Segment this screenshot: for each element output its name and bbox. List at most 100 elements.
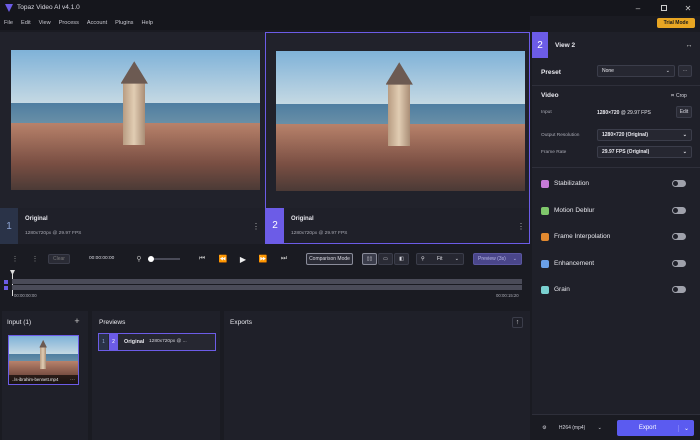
output-resolution-select[interactable]: 1280×720 (Original) ⌄ — [597, 129, 692, 141]
timecode-display: 00:00:00:00 — [89, 256, 115, 261]
feature-row-frame-interpolation[interactable]: Frame Interpolation — [532, 231, 700, 245]
timeline-end-time: 00:00:15:20 — [496, 293, 519, 298]
divider — [532, 167, 700, 168]
previews-panel-title: Previews — [99, 319, 126, 326]
play-icon[interactable]: ▶ — [238, 254, 248, 264]
crop-icon: ⌗ — [671, 92, 674, 99]
feature-row-stabilization[interactable]: Stabilization — [532, 178, 700, 192]
skip-end-icon[interactable]: ⏭ — [279, 254, 289, 264]
preview-chevron-icon: ⌄ — [512, 256, 517, 262]
edit-button[interactable]: Edit — [676, 106, 692, 118]
zoom-slider[interactable] — [148, 256, 180, 262]
split-view-icon[interactable]: ▯▯ — [362, 253, 377, 265]
preset-select[interactable]: None ⌄ — [597, 65, 675, 77]
feature-label: Enhancement — [554, 259, 595, 267]
maximize-icon — [661, 5, 667, 11]
maximize-button[interactable] — [658, 2, 670, 14]
mark-out-icon[interactable]: ⋮ — [30, 254, 40, 264]
input-resolution: 1280×720 — [597, 110, 620, 116]
step-back-icon[interactable]: ⏪ — [218, 254, 228, 264]
feature-toggle[interactable] — [672, 286, 686, 293]
timeline-toolbar: ⋮ ⋮ Clear 00:00:00:00 ⚲ ⏮ ⏪ ▶ ⏩ ⏭ Compar… — [0, 248, 530, 270]
clear-button[interactable]: Clear — [48, 254, 70, 264]
feature-toggle[interactable] — [672, 206, 686, 214]
timeline-start-time: 00:00:00:00 — [14, 293, 37, 298]
preset-label: Preset — [541, 69, 561, 76]
export-chevron-icon[interactable]: ⌄ — [678, 424, 694, 432]
minimize-button[interactable]: – — [632, 2, 644, 14]
export-label: Export — [638, 425, 657, 431]
menu-item-process[interactable]: Process — [55, 16, 83, 30]
skip-start-icon[interactable]: ⏮ — [197, 254, 207, 264]
timeline-track[interactable]: 00:00:00:00 00:00:15:20 — [2, 270, 524, 302]
menu-item-help[interactable]: Help — [137, 16, 157, 30]
track-marker-b — [4, 286, 8, 290]
preview-item[interactable]: 1 2 Original 1280x720px @ ... — [98, 333, 216, 351]
chevron-down-icon: ⌄ — [454, 256, 459, 262]
input-thumbnail[interactable]: ..ls-ibrahim-bennett.mp4 ⋯ — [8, 335, 79, 385]
step-forward-icon[interactable]: ⏩ — [258, 254, 268, 264]
export-footer: ⚙ H264 (mp4) ⌄ Export ⌄ — [532, 414, 700, 440]
menu-bar: File Edit View Process Account Plugins Help — [0, 16, 530, 30]
crop-button[interactable]: ⌗ Crop — [666, 90, 692, 101]
view-title: View 2 — [555, 42, 576, 49]
video-frame-2 — [276, 51, 525, 191]
feature-row-motion-deblur[interactable]: Motion Deblur — [532, 205, 700, 219]
title-bar: Topaz Video AI v4.1.0 – ✕ — [0, 0, 700, 16]
video-section-label: Video — [541, 92, 559, 99]
preview-num-b: 2 — [109, 334, 118, 350]
output-resolution-label: Output Resolution — [541, 133, 580, 138]
preset-more-button[interactable]: ⋯ — [678, 65, 692, 77]
feature-toggle[interactable] — [672, 233, 686, 240]
preset-chevron-icon: ⌄ — [665, 68, 670, 74]
viewer-2-more-icon[interactable]: ⋮ — [517, 220, 525, 232]
feature-label: Frame Interpolation — [554, 233, 611, 240]
viewer-1-more-icon[interactable]: ⋮ — [252, 220, 260, 232]
single-view-icon[interactable]: ▭ — [378, 253, 393, 265]
comparison-mode-button[interactable]: Comparison Mode — [306, 253, 353, 265]
stabilization-icon — [541, 180, 549, 188]
video-frame-1 — [11, 50, 260, 190]
frame-interpolation-icon — [541, 233, 549, 241]
exports-panel: Exports ↑ — [224, 311, 530, 440]
preview-label: Preview (3s) — [478, 256, 506, 262]
codec-select[interactable]: ⚙ H264 (mp4) ⌄ — [536, 421, 608, 435]
menu-item-file[interactable]: File — [0, 16, 17, 30]
zoom-select[interactable]: ⚲ Fit ⌄ — [416, 253, 464, 265]
codec-value: H264 (mp4) — [558, 425, 586, 431]
viewer-1-name: Original — [25, 216, 48, 222]
viewer-2-info-bar: 2 Original 1280x720px @ 29.97 FPS ⋮ — [265, 208, 530, 244]
track-lane-2 — [12, 285, 522, 290]
feature-row-enhancement[interactable]: Enhancement — [532, 258, 700, 272]
menu-item-edit[interactable]: Edit — [17, 16, 35, 30]
menu-item-account[interactable]: Account — [83, 16, 111, 30]
playhead[interactable] — [12, 272, 13, 296]
zoom-search-icon[interactable]: ⚲ — [134, 254, 144, 264]
feature-label: Grain — [554, 286, 570, 293]
close-button[interactable]: ✕ — [682, 2, 694, 14]
side-by-side-icon[interactable]: ◧ — [394, 253, 409, 265]
export-button[interactable]: Export ⌄ — [617, 420, 694, 436]
mark-in-icon[interactable]: ⋮ — [10, 254, 20, 264]
feature-row-grain[interactable]: Grain — [532, 284, 700, 298]
crop-label: Crop — [675, 92, 687, 99]
preview-name: Original — [124, 339, 145, 345]
menu-item-plugins[interactable]: Plugins — [111, 16, 137, 30]
feature-label: Motion Deblur — [554, 206, 595, 214]
upload-icon[interactable]: ↑ — [512, 317, 523, 328]
feature-toggle[interactable] — [672, 259, 686, 267]
frame-rate-select[interactable]: 29.97 FPS (Original) ⌄ — [597, 146, 692, 158]
menu-item-view[interactable]: View — [35, 16, 55, 30]
input-panel: Input (1) + ..ls-ibrahim-bennett.mp4 ⋯ — [2, 311, 88, 440]
input-panel-title: Input (1) — [7, 319, 32, 326]
preview-button[interactable]: Preview (3s) ⌄ — [473, 253, 522, 265]
trial-mode-badge[interactable]: Trial Mode — [657, 18, 695, 28]
input-label: Input — [541, 110, 552, 115]
feature-toggle[interactable] — [672, 180, 686, 187]
input-more-icon[interactable]: ⋯ — [70, 377, 75, 383]
expand-icon[interactable]: ↔ — [684, 40, 694, 50]
settings-sidebar: 2 View 2 ↔ Preset None ⌄ ⋯ Video ⌗ Crop In… — [532, 32, 700, 440]
input-file-name: ..ls-ibrahim-bennett.mp4 — [12, 377, 59, 382]
add-input-icon[interactable]: + — [72, 316, 82, 326]
input-value: 1280×720 @ 29.97 FPS — [597, 110, 651, 116]
